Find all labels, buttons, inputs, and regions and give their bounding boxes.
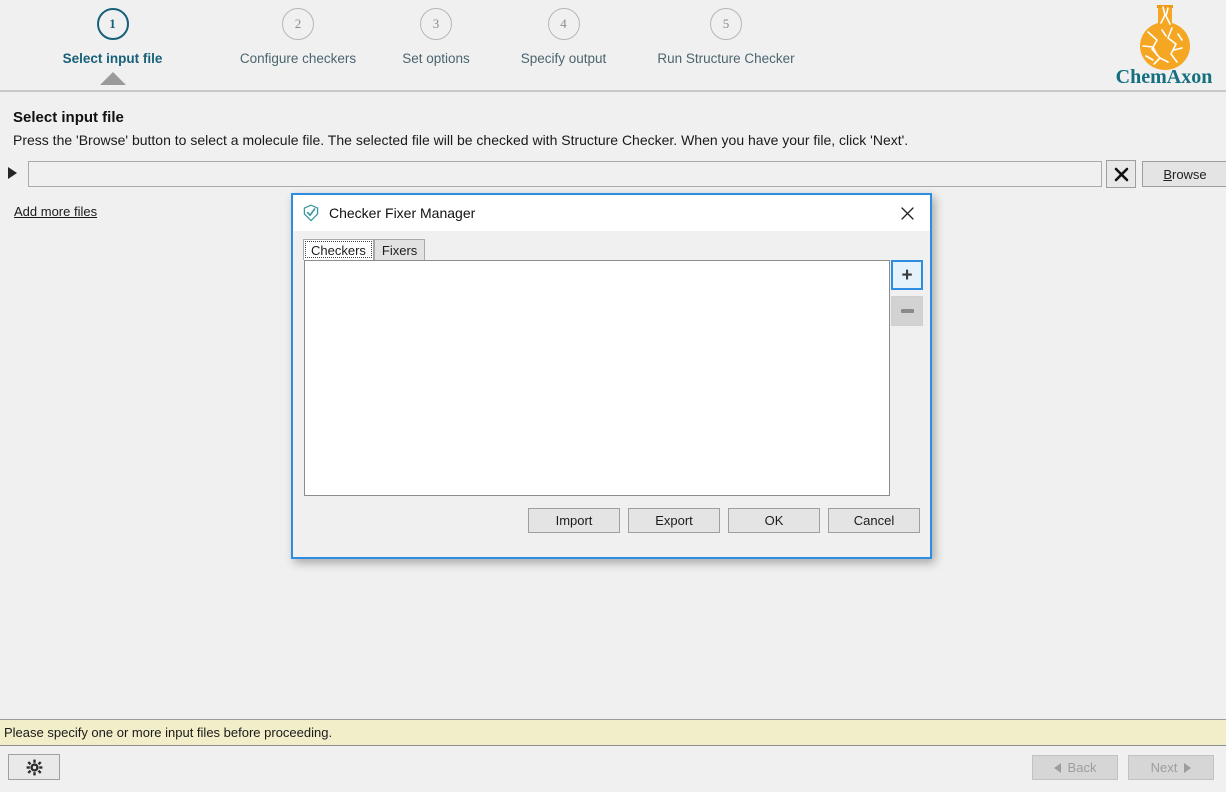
cancel-button[interactable]: Cancel bbox=[828, 507, 920, 533]
ok-button[interactable]: OK bbox=[728, 507, 820, 533]
chevron-right-icon bbox=[1184, 762, 1192, 773]
tab-fixers[interactable]: Fixers bbox=[373, 239, 426, 260]
wizard-step-4-label: Specify output bbox=[520, 51, 607, 66]
wizard-step-5-label: Run Structure Checker bbox=[657, 51, 795, 66]
dialog-tabs: Checkers Fixers bbox=[303, 239, 426, 260]
remove-checker-button bbox=[891, 296, 923, 326]
add-more-files-link[interactable]: Add more files bbox=[14, 204, 97, 219]
wizard-step-2[interactable]: 2 Configure checkers bbox=[225, 8, 371, 66]
dialog-titlebar: Checker Fixer Manager bbox=[293, 195, 930, 231]
wizard-step-1-number: 1 bbox=[109, 16, 116, 31]
import-button[interactable]: Import bbox=[528, 507, 620, 533]
add-checker-button[interactable]: + bbox=[891, 260, 923, 290]
chemaxon-logo: ChemAxon bbox=[1110, 2, 1218, 88]
minus-icon bbox=[900, 309, 914, 313]
browse-button-label: Browse bbox=[1163, 167, 1206, 182]
dialog-body: Checkers Fixers + Import Export OK Cance… bbox=[293, 231, 930, 557]
wizard-step-5-circle: 5 bbox=[710, 8, 742, 40]
dialog-title: Checker Fixer Manager bbox=[329, 205, 476, 221]
file-path-input[interactable] bbox=[28, 161, 1102, 187]
dialog-button-bar: Import Export OK Cancel bbox=[293, 503, 930, 537]
list-side-buttons: + bbox=[891, 260, 931, 496]
wizard-step-1-label: Select input file bbox=[62, 51, 163, 66]
clear-file-button[interactable] bbox=[1106, 160, 1136, 188]
browse-label-rest: rowse bbox=[1171, 166, 1207, 182]
wizard-step-4[interactable]: 4 Specify output bbox=[501, 8, 626, 66]
wizard-step-1-circle: 1 bbox=[96, 8, 129, 40]
status-bar: Please specify one or more input files b… bbox=[0, 719, 1226, 746]
page-subtitle: Press the 'Browse' button to select a mo… bbox=[13, 132, 909, 148]
checker-fixer-manager-dialog: Checker Fixer Manager Checkers Fixers + … bbox=[291, 193, 932, 559]
chevron-left-icon bbox=[1053, 762, 1061, 773]
wizard-step-1[interactable]: 1 Select input file bbox=[0, 8, 225, 85]
wizard-steps: 1 Select input file 2 Configure checkers… bbox=[0, 8, 1100, 88]
file-selection-row: Browse bbox=[6, 160, 1226, 188]
wizard-step-3-label: Set options bbox=[402, 51, 470, 66]
checkers-list[interactable] bbox=[304, 260, 890, 496]
next-button[interactable]: Next bbox=[1128, 755, 1214, 780]
wizard-step-header: 1 Select input file 2 Configure checkers… bbox=[0, 0, 1226, 92]
wizard-step-2-number: 2 bbox=[294, 16, 302, 31]
wizard-step-3[interactable]: 3 Set options bbox=[371, 8, 501, 66]
wizard-step-2-label: Configure checkers bbox=[239, 51, 357, 66]
status-message: Please specify one or more input files b… bbox=[4, 725, 333, 740]
footer-bar: Back Next bbox=[0, 747, 1226, 792]
settings-button[interactable] bbox=[8, 754, 60, 780]
wizard-step-5[interactable]: 5 Run Structure Checker bbox=[626, 8, 826, 66]
browse-button[interactable]: Browse bbox=[1142, 161, 1226, 187]
next-button-label: Next bbox=[1150, 760, 1178, 775]
wizard-step-2-circle: 2 bbox=[282, 8, 314, 40]
export-button[interactable]: Export bbox=[628, 507, 720, 533]
tab-checkers[interactable]: Checkers bbox=[303, 239, 374, 260]
expand-triangle-icon[interactable] bbox=[8, 167, 17, 179]
wizard-step-4-circle: 4 bbox=[547, 8, 580, 40]
close-icon[interactable] bbox=[885, 195, 930, 231]
svg-text:ChemAxon: ChemAxon bbox=[1116, 66, 1213, 88]
wizard-step-3-circle: 3 bbox=[420, 8, 452, 40]
active-step-pointer-icon bbox=[99, 72, 126, 85]
gear-icon bbox=[26, 759, 42, 775]
back-button-label: Back bbox=[1067, 760, 1097, 775]
browse-accel-letter: B bbox=[1163, 166, 1172, 182]
wizard-step-3-number: 3 bbox=[432, 16, 440, 31]
page-title: Select input file bbox=[13, 109, 124, 126]
wizard-step-5-number: 5 bbox=[722, 16, 730, 31]
plus-icon: + bbox=[901, 264, 913, 286]
wizard-step-4-number: 4 bbox=[560, 16, 567, 31]
back-button[interactable]: Back bbox=[1032, 755, 1118, 780]
shield-check-icon bbox=[302, 204, 320, 222]
